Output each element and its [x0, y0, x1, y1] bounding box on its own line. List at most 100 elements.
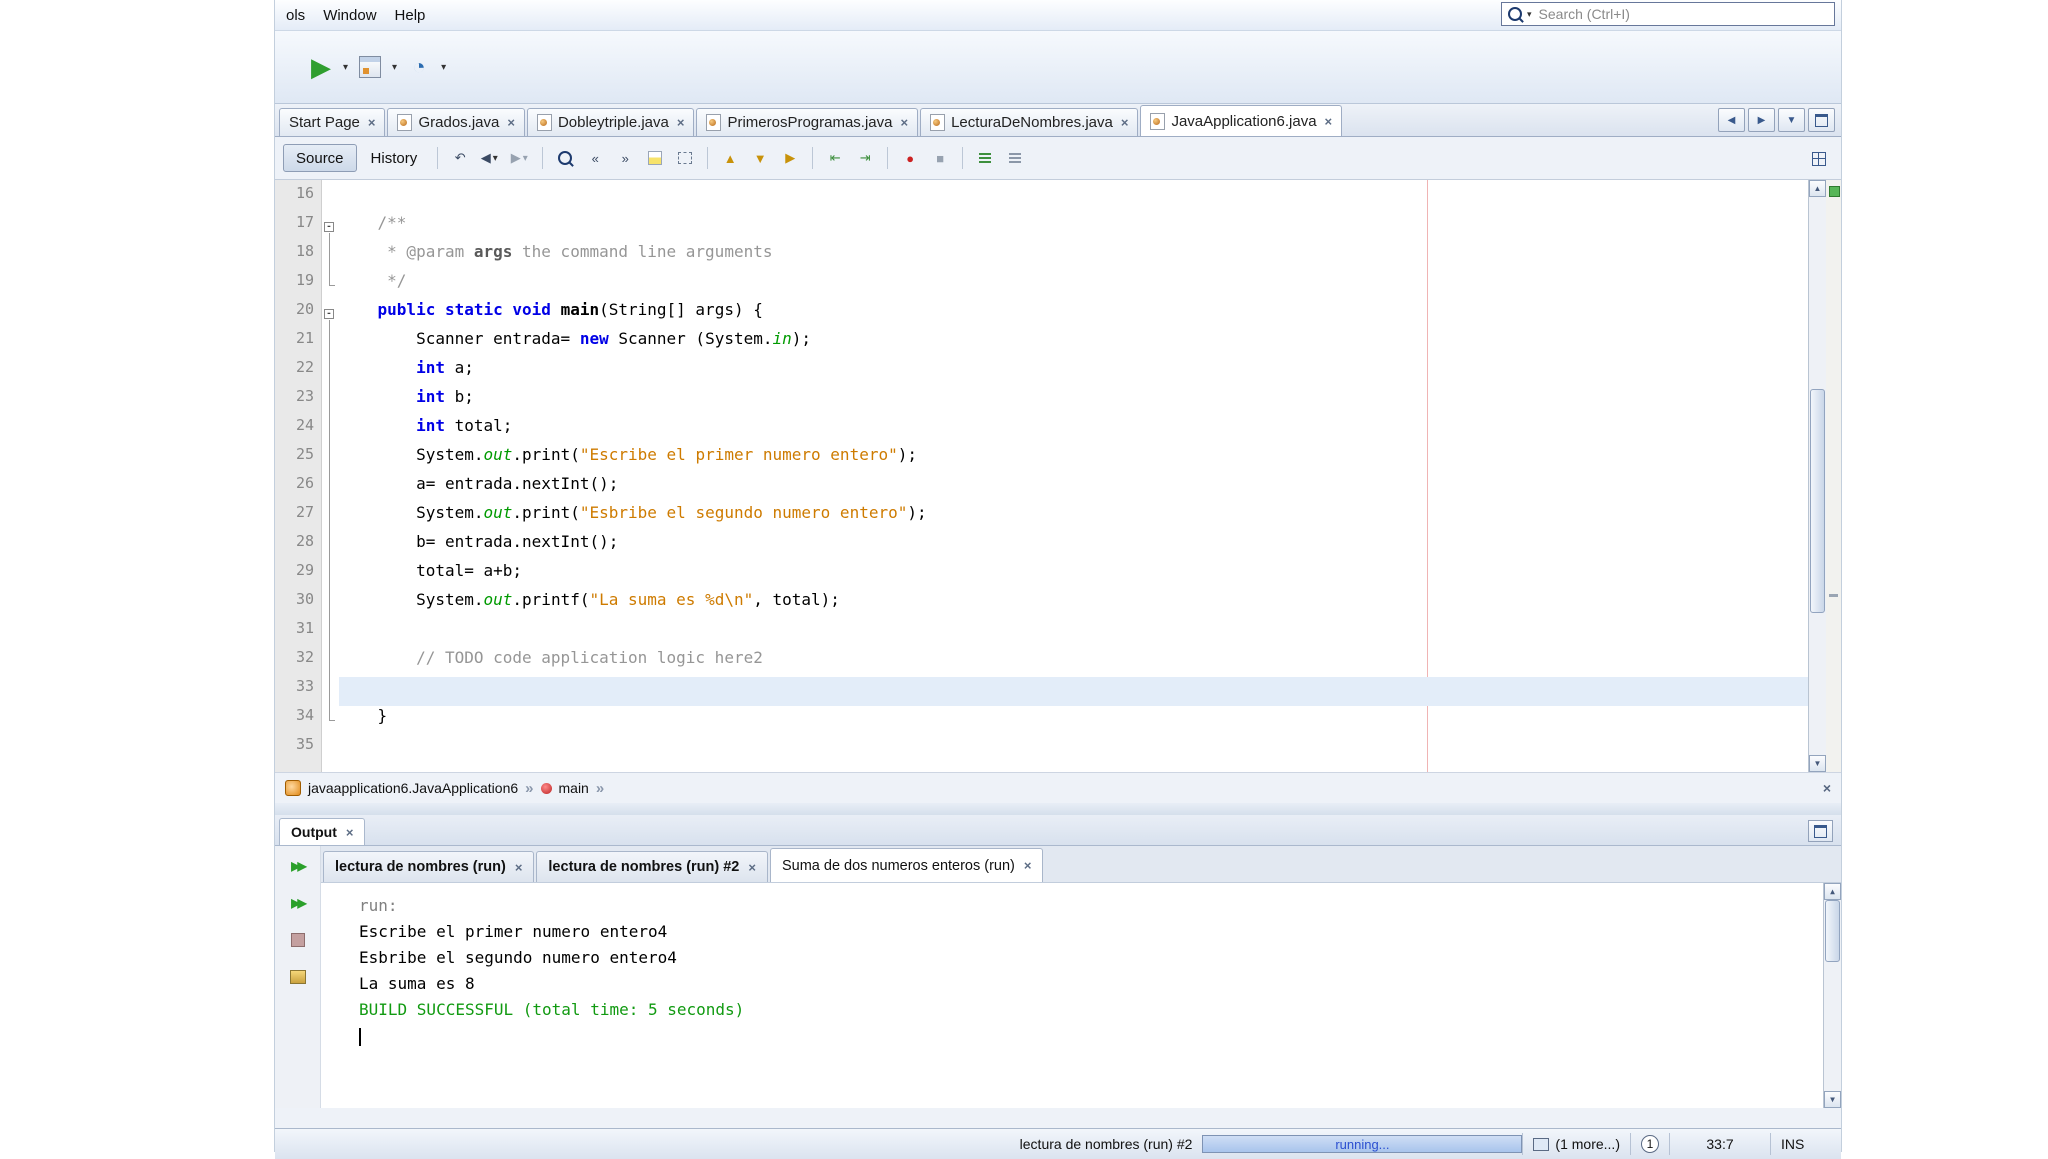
debug-dropdown-icon[interactable]: ▾	[390, 62, 399, 73]
close-icon[interactable]: ×	[515, 860, 523, 875]
next-bookmark-button[interactable]: ▼	[746, 144, 774, 172]
breadcrumb-chevron-icon[interactable]: »	[525, 780, 533, 797]
close-icon[interactable]: ×	[346, 825, 354, 840]
rerun-button[interactable]: ▶▶	[283, 852, 313, 880]
code-line[interactable]: 30 System.out.printf("La suma es %d\n", …	[275, 590, 1808, 619]
forward-button[interactable]: ▶ ▾	[506, 144, 534, 172]
search-input[interactable]	[1536, 5, 1828, 23]
code-line[interactable]: 27 System.out.print("Esbribe el segundo …	[275, 503, 1808, 532]
toggle-highlight-button[interactable]	[641, 144, 669, 172]
profile-project-button[interactable]: ◔	[401, 46, 437, 88]
notifications-badge[interactable]: 1	[1641, 1135, 1659, 1153]
uncomment-button[interactable]	[1001, 144, 1029, 172]
code-line[interactable]: 20- public static void main(String[] arg…	[275, 300, 1808, 329]
back-button[interactable]: ◀ ▾	[476, 144, 504, 172]
close-icon[interactable]: ×	[1024, 858, 1032, 873]
code-line[interactable]: 34 }	[275, 706, 1808, 735]
source-view-button[interactable]: Source	[283, 144, 357, 172]
close-icon[interactable]: ×	[507, 115, 515, 130]
editor-tab[interactable]: JavaApplication6.java ×	[1140, 105, 1343, 136]
scroll-down-button[interactable]: ▼	[1809, 755, 1826, 772]
previous-bookmark-button[interactable]: ▲	[716, 144, 744, 172]
editor-tab[interactable]: Start Page ×	[279, 108, 386, 136]
code-line[interactable]: 17- /**	[275, 213, 1808, 242]
output-tab[interactable]: lectura de nombres (run) #2 ×	[536, 851, 768, 882]
code-line[interactable]: 18 * @param args the command line argume…	[275, 242, 1808, 271]
panel-splitter[interactable]	[275, 803, 1841, 815]
scroll-down-button[interactable]: ▼	[1824, 1091, 1841, 1108]
editor-tab[interactable]: Dobleytriple.java ×	[526, 108, 695, 136]
split-document-button[interactable]	[1805, 145, 1833, 173]
output-tab[interactable]: Suma de dos numeros enteros (run) ×	[769, 848, 1044, 882]
code-line[interactable]: 35	[275, 735, 1808, 764]
shift-left-button[interactable]: ⇤	[821, 144, 849, 172]
rerun-with-options-button[interactable]: ▶▶	[283, 889, 313, 917]
fold-marker[interactable]: -	[321, 213, 339, 242]
close-icon[interactable]: ×	[1325, 114, 1333, 129]
scrollbar-thumb[interactable]	[1810, 389, 1825, 613]
code-line[interactable]: 24 int total;	[275, 416, 1808, 445]
output-scrollbar[interactable]: ▲ ▼	[1823, 883, 1841, 1108]
scroll-up-button[interactable]: ▲	[1809, 180, 1826, 197]
stop-build-button[interactable]	[283, 926, 313, 954]
code-line[interactable]: 25 System.out.print("Escribe el primer n…	[275, 445, 1808, 474]
find-next-button[interactable]: »	[611, 144, 639, 172]
code-line[interactable]: 16	[275, 184, 1808, 213]
breadcrumb-member[interactable]: main	[559, 780, 589, 796]
comment-button[interactable]	[971, 144, 999, 172]
output-console[interactable]: run: Escribe el primer numero entero4 Esbr…	[321, 883, 1841, 1108]
close-icon[interactable]: ×	[368, 115, 376, 130]
start-macro-recording-button[interactable]: ●	[896, 144, 924, 172]
minimize-panel-button[interactable]	[1808, 820, 1833, 842]
fold-toggle-icon[interactable]: -	[324, 309, 334, 319]
code-line[interactable]: 21 Scanner entrada= new Scanner (System.…	[275, 329, 1808, 358]
code-line[interactable]: 32 // TODO code application logic here2	[275, 648, 1808, 677]
editor-tab[interactable]: LecturaDeNombres.java ×	[920, 108, 1139, 136]
debug-project-button[interactable]	[352, 46, 388, 88]
scrollbar-thumb[interactable]	[1825, 900, 1840, 962]
rectangular-selection-button[interactable]	[671, 144, 699, 172]
find-previous-button[interactable]: «	[581, 144, 609, 172]
tab-list-dropdown-button[interactable]: ▼	[1778, 108, 1805, 132]
code-line[interactable]: 19 */	[275, 271, 1808, 300]
code-line[interactable]: 31	[275, 619, 1808, 648]
code-line[interactable]: 28 b= entrada.nextInt();	[275, 532, 1808, 561]
maximize-window-button[interactable]	[1808, 108, 1835, 132]
run-project-button[interactable]: ▶	[303, 46, 339, 88]
scroll-tabs-right-button[interactable]: ▶	[1748, 108, 1775, 132]
code-line[interactable]: 23 int b;	[275, 387, 1808, 416]
menu-item-tools[interactable]: ols	[277, 7, 314, 24]
find-selection-button[interactable]	[551, 144, 579, 172]
scroll-up-button[interactable]: ▲	[1824, 883, 1841, 900]
error-stripe[interactable]	[1826, 180, 1841, 772]
code-line[interactable]: 22 int a;	[275, 358, 1808, 387]
more-processes-label[interactable]: (1 more...)	[1555, 1136, 1620, 1152]
ant-settings-button[interactable]	[283, 963, 313, 991]
output-tab[interactable]: lectura de nombres (run) ×	[323, 851, 535, 882]
breadcrumb-class[interactable]: javaapplication6.JavaApplication6	[308, 780, 518, 796]
stop-macro-recording-button[interactable]: ■	[926, 144, 954, 172]
last-edit-button[interactable]: ↶	[446, 144, 474, 172]
next-occurrence-button[interactable]: ▶	[776, 144, 804, 172]
search-dropdown-icon[interactable]: ▾	[1527, 9, 1532, 20]
editor-tab[interactable]: PrimerosProgramas.java ×	[696, 108, 919, 136]
fold-marker[interactable]: -	[321, 300, 339, 329]
profile-dropdown-icon[interactable]: ▾	[439, 62, 448, 73]
progress-bar[interactable]: running...	[1202, 1135, 1523, 1153]
breadcrumb-chevron-icon[interactable]: »	[596, 780, 604, 797]
editor-scrollbar[interactable]: ▲ ▼	[1808, 180, 1826, 772]
output-panel-tab[interactable]: Output ×	[279, 818, 366, 845]
code-line[interactable]: 26 a= entrada.nextInt();	[275, 474, 1808, 503]
menu-item-help[interactable]: Help	[386, 7, 435, 24]
breadcrumb-close-icon[interactable]: ×	[1823, 780, 1831, 796]
close-icon[interactable]: ×	[1121, 115, 1129, 130]
close-icon[interactable]: ×	[677, 115, 685, 130]
close-icon[interactable]: ×	[748, 860, 756, 875]
code-area[interactable]: 16 17- /** 18 * @param args the command li…	[275, 180, 1808, 772]
history-view-button[interactable]: History	[359, 145, 430, 171]
scroll-tabs-left-button[interactable]: ◀	[1718, 108, 1745, 132]
quick-search-box[interactable]: ▾	[1501, 2, 1835, 26]
editor-tab[interactable]: Grados.java ×	[387, 108, 525, 136]
close-icon[interactable]: ×	[901, 115, 909, 130]
shift-right-button[interactable]: ⇥	[851, 144, 879, 172]
